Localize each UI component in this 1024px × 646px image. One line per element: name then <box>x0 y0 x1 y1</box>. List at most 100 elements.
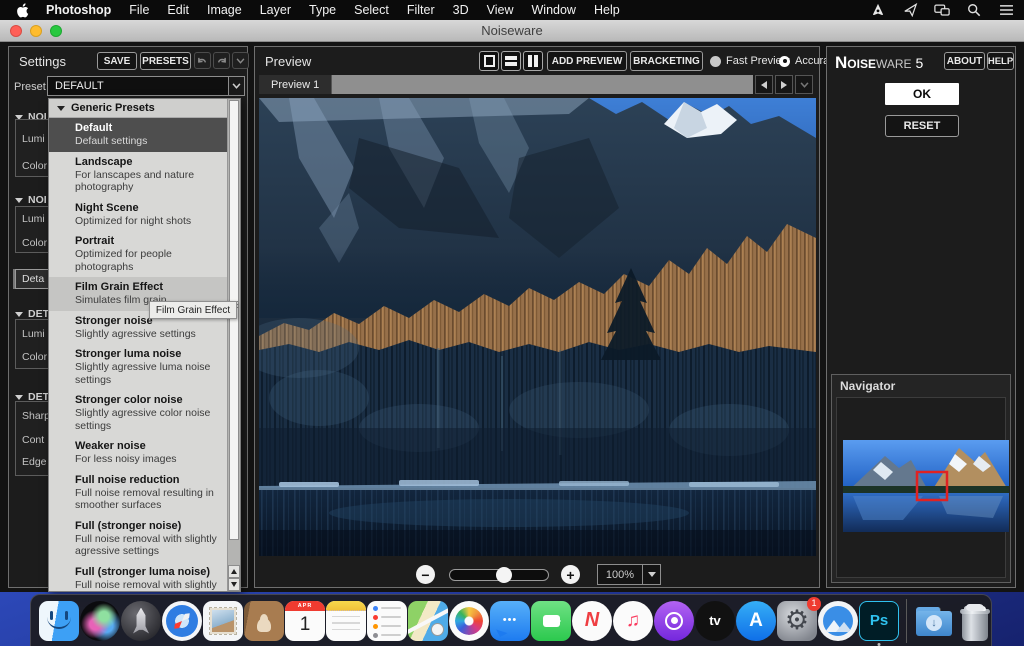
about-button[interactable]: ABOUT <box>944 52 985 70</box>
tab-next-icon[interactable] <box>775 75 793 94</box>
menu-item-filter[interactable]: Filter <box>407 3 435 17</box>
zoom-slider-knob[interactable] <box>496 567 512 583</box>
scrollbar-thumb[interactable] <box>229 100 239 540</box>
preset-option-full-noise-reduction[interactable]: Full noise reductionFull noise removal r… <box>49 470 227 516</box>
preset-option-full-stronger-luma-noise-[interactable]: Full (stronger luma noise)Full noise rem… <box>49 562 227 592</box>
preset-dropdown-menu: Generic Presets DefaultDefault settingsL… <box>48 98 241 592</box>
tab-menu-chevron-icon[interactable] <box>795 75 813 94</box>
running-indicator <box>878 643 881 646</box>
accurate-radio[interactable] <box>779 56 790 67</box>
preset-option-night-scene[interactable]: Night SceneOptimized for night shots <box>49 198 227 232</box>
menubar: Photoshop File Edit Image Layer Type Select Fil… <box>0 0 1024 20</box>
bracketing-button[interactable]: BRACKETING <box>630 51 703 71</box>
dock-mail[interactable] <box>203 601 243 641</box>
horizontal-split-view-icon[interactable] <box>501 51 521 71</box>
dock-news[interactable]: N <box>572 601 612 641</box>
zoom-dropdown-icon[interactable] <box>642 565 660 584</box>
zoom-in-button[interactable]: + <box>561 565 580 584</box>
dock-photos[interactable] <box>449 601 489 641</box>
dock-downloads-folder[interactable]: ↓ <box>914 601 954 641</box>
preview-panel: Preview ADD PREVIEW BRACKETING Fast Prev… <box>254 46 820 588</box>
dock-finder[interactable] <box>39 601 79 641</box>
menu-item-photoshop[interactable]: Photoshop <box>46 3 111 17</box>
dock-launchpad[interactable] <box>121 601 161 641</box>
vertical-split-view-icon[interactable] <box>523 51 543 71</box>
dock-app-store[interactable]: A <box>736 601 776 641</box>
slider-label: Sharp <box>22 410 50 422</box>
scroll-up-icon[interactable] <box>228 565 240 578</box>
fast-preview-radio[interactable] <box>710 56 721 67</box>
dock-notes[interactable] <box>326 601 366 641</box>
dock-reminders[interactable] <box>367 601 407 641</box>
menu-item-type[interactable]: Type <box>309 3 336 17</box>
slider-label: Lumi <box>22 133 45 145</box>
menu-item-help[interactable]: Help <box>594 3 620 17</box>
navigator-thumbnail[interactable] <box>843 440 1009 532</box>
dock-system-preferences[interactable]: ⚙1 <box>777 601 817 641</box>
preset-option-landscape[interactable]: LandscapeFor lanscapes and nature photog… <box>49 152 227 198</box>
dock-music[interactable]: ♫ <box>613 601 653 641</box>
slider-label: Cont <box>22 434 44 446</box>
preset-option-stronger-color-noise[interactable]: Stronger color noiseSlightly agressive c… <box>49 390 227 436</box>
search-icon[interactable] <box>966 3 982 18</box>
slider-label: Lumi <box>22 213 45 225</box>
dock-maps[interactable] <box>408 601 448 641</box>
preset-menu-scrollbar[interactable] <box>227 99 240 591</box>
dock-facetime[interactable] <box>531 601 571 641</box>
help-button[interactable]: HELP <box>987 52 1014 70</box>
preset-option-weaker-noise[interactable]: Weaker noiseFor less noisy images <box>49 436 227 470</box>
avast-icon[interactable] <box>870 3 886 18</box>
slider-label: Color <box>22 160 47 172</box>
apple-menu-icon[interactable] <box>16 3 29 18</box>
zoom-out-button[interactable]: − <box>416 565 435 584</box>
zoom-level-value: 100% <box>598 569 642 581</box>
dock-contacts[interactable] <box>244 601 284 641</box>
slider-label: Edge <box>22 456 47 468</box>
preset-option-default[interactable]: DefaultDefault settings <box>49 118 227 152</box>
navigator-body <box>836 397 1006 578</box>
dock: APR1 ••• N ♫ tv A ⚙1 Ps ↓ <box>30 594 992 646</box>
preset-group-header[interactable]: Generic Presets <box>49 99 240 118</box>
displays-icon[interactable] <box>934 3 950 18</box>
zoom-slider[interactable] <box>449 569 549 581</box>
section-header[interactable]: NOI <box>15 194 47 206</box>
menu-item-image[interactable]: Image <box>207 3 242 17</box>
menu-item-layer[interactable]: Layer <box>260 3 291 17</box>
tab-prev-icon[interactable] <box>755 75 773 94</box>
preset-tooltip: Film Grain Effect <box>149 301 237 319</box>
preset-option-full-stronger-noise-[interactable]: Full (stronger noise)Full noise removal … <box>49 516 227 562</box>
plugin-panel: NOISEWARE5 ABOUT HELP OK RESET Navigator <box>826 46 1016 588</box>
list-icon[interactable] <box>998 3 1014 18</box>
zoom-controls: − + 100% <box>255 564 819 586</box>
dock-apple-tv[interactable]: tv <box>695 601 735 641</box>
tab-preview-1[interactable]: Preview 1 <box>259 75 332 94</box>
menu-item-file[interactable]: File <box>129 3 149 17</box>
window-titlebar[interactable]: Noiseware <box>0 20 1024 42</box>
dock-app-cleaner[interactable] <box>818 601 858 641</box>
dock-trash[interactable] <box>955 601 995 641</box>
dock-calendar[interactable]: APR1 <box>285 601 325 641</box>
scroll-down-icon[interactable] <box>228 578 240 591</box>
preview-tabstrip: Preview 1 <box>259 75 753 94</box>
menu-item-view[interactable]: View <box>487 3 514 17</box>
dock-safari[interactable] <box>162 601 202 641</box>
menu-item-select[interactable]: Select <box>354 3 389 17</box>
dock-photoshop[interactable]: Ps <box>859 601 899 641</box>
dock-separator <box>906 599 907 643</box>
single-view-icon[interactable] <box>479 51 499 71</box>
preset-option-portrait[interactable]: PortraitOptimized for people photographs <box>49 231 227 277</box>
reset-button[interactable]: RESET <box>885 115 959 137</box>
zoom-level-select[interactable]: 100% <box>597 564 661 585</box>
notification-badge: 1 <box>807 597 821 611</box>
send-cursor-icon[interactable] <box>902 3 918 18</box>
dock-siri[interactable] <box>80 601 120 641</box>
dock-messages[interactable]: ••• <box>490 601 530 641</box>
add-preview-button[interactable]: ADD PREVIEW <box>547 51 627 71</box>
preview-image[interactable] <box>259 98 816 556</box>
dock-podcasts[interactable] <box>654 601 694 641</box>
preset-option-stronger-luma-noise[interactable]: Stronger luma noiseSlightly agressive lu… <box>49 344 227 390</box>
menu-item-window[interactable]: Window <box>532 3 576 17</box>
menu-item-edit[interactable]: Edit <box>167 3 189 17</box>
ok-button[interactable]: OK <box>885 83 959 105</box>
menu-item-3d[interactable]: 3D <box>453 3 469 17</box>
